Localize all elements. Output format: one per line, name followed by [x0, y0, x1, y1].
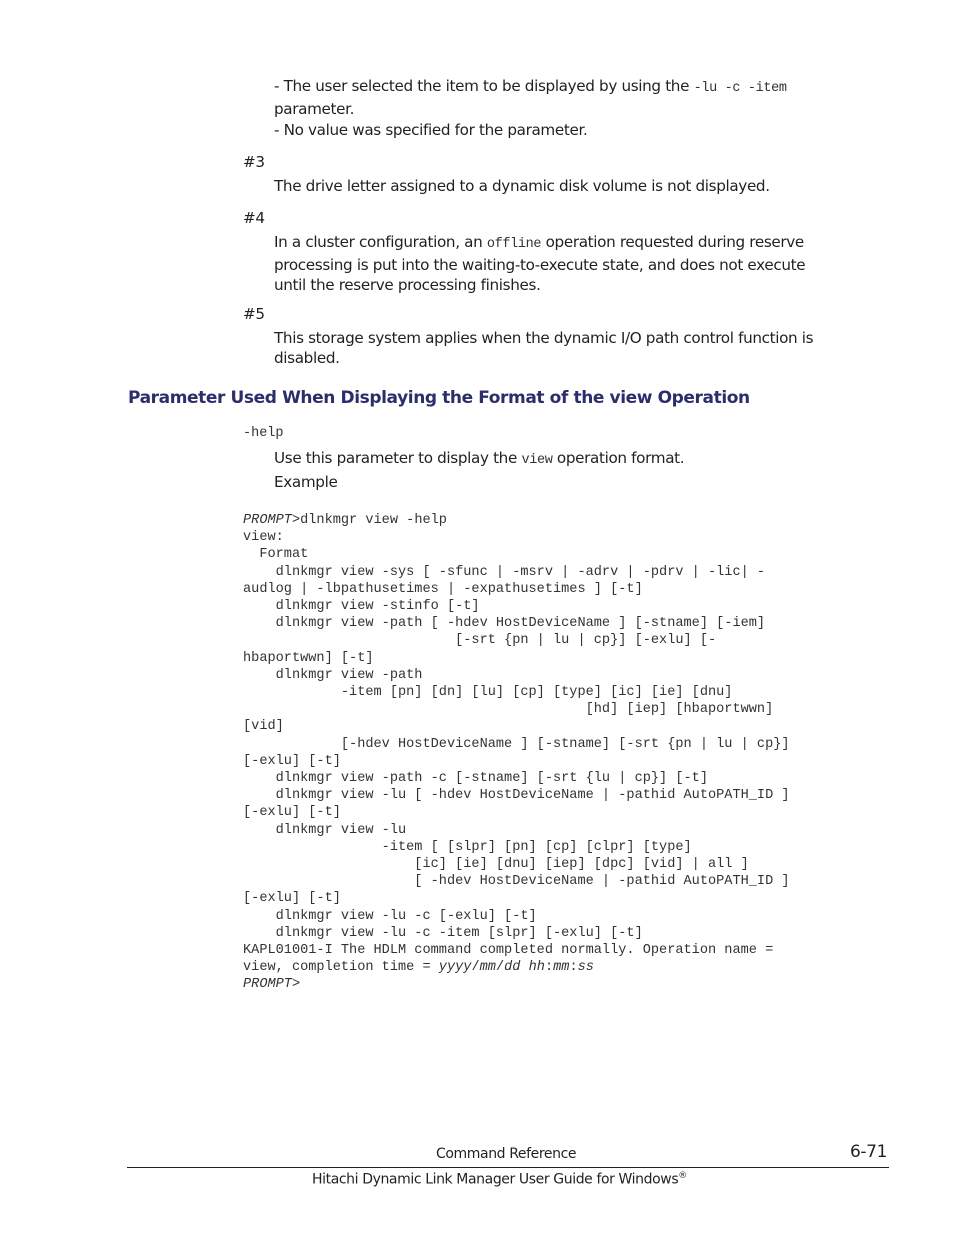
time-placeholder: hh [528, 960, 545, 976]
footnote-4-text: In a cluster configuration, an [274, 233, 487, 251]
prompt-placeholder: PROMPT [243, 977, 292, 993]
section-heading: Parameter Used When Displaying the Forma… [128, 388, 750, 408]
footnote-text-4: In a cluster configuration, an offline o… [274, 232, 894, 295]
footnote-4-text: operation requested during reserve [541, 233, 805, 251]
footnote-5-text: disabled. [274, 349, 340, 367]
parameter-description: Use this parameter to display the view o… [274, 448, 894, 471]
footer-divider [127, 1167, 889, 1168]
footnote-4-text: until the reserve processing finishes. [274, 276, 541, 294]
footer-chapter: Command Reference [436, 1146, 577, 1162]
note-bullet-2: - No value was specified for the paramet… [274, 121, 588, 139]
inline-code: -lu -c -item [693, 81, 787, 96]
description-text: operation format. [552, 449, 685, 467]
footnote-label-3: #3 [243, 153, 265, 171]
footer-book-title: Hitachi Dynamic Link Manager User Guide … [312, 1171, 687, 1188]
book-title-text: Hitachi Dynamic Link Manager User Guide … [312, 1171, 679, 1188]
note-bullet-1: - The user selected the item to be displ… [274, 76, 894, 119]
prompt-placeholder: PROMPT [243, 513, 292, 528]
time-placeholder: mm [553, 960, 570, 976]
inline-code: view [521, 453, 553, 468]
footnote-text-5: This storage system applies when the dyn… [274, 328, 894, 368]
description-text: Use this parameter to display the [274, 449, 522, 467]
note-bullet-1-text: - The user selected the item to be displ… [274, 77, 694, 95]
footnote-5-text: This storage system applies when the dyn… [274, 329, 814, 347]
note-bullet-1-cont: parameter. [274, 100, 355, 118]
inline-code: offline [486, 237, 542, 252]
parameter-name: -help [243, 426, 284, 441]
command-line: >dlnkmgr view -help [291, 513, 447, 528]
footnote-4-text: processing is put into the waiting-to-ex… [274, 256, 806, 274]
footnote-label-5: #5 [243, 305, 265, 323]
time-placeholder: dd [504, 960, 521, 976]
prompt-symbol: > [291, 977, 301, 993]
command-output: view: Format dlnkmgr view -sys [ -sfunc … [243, 530, 790, 976]
registered-mark: ® [678, 1171, 687, 1181]
code-example: PROMPT>dlnkmgr view -help view: Format d… [243, 513, 790, 993]
example-label: Example [274, 473, 338, 491]
time-placeholder: mm [479, 960, 496, 976]
footnote-text-3: The drive letter assigned to a dynamic d… [274, 177, 770, 195]
time-placeholder: yyyy [438, 960, 472, 976]
page-number: 6-71 [850, 1142, 887, 1162]
footnote-label-4: #4 [243, 209, 265, 227]
time-placeholder: ss [577, 960, 594, 976]
